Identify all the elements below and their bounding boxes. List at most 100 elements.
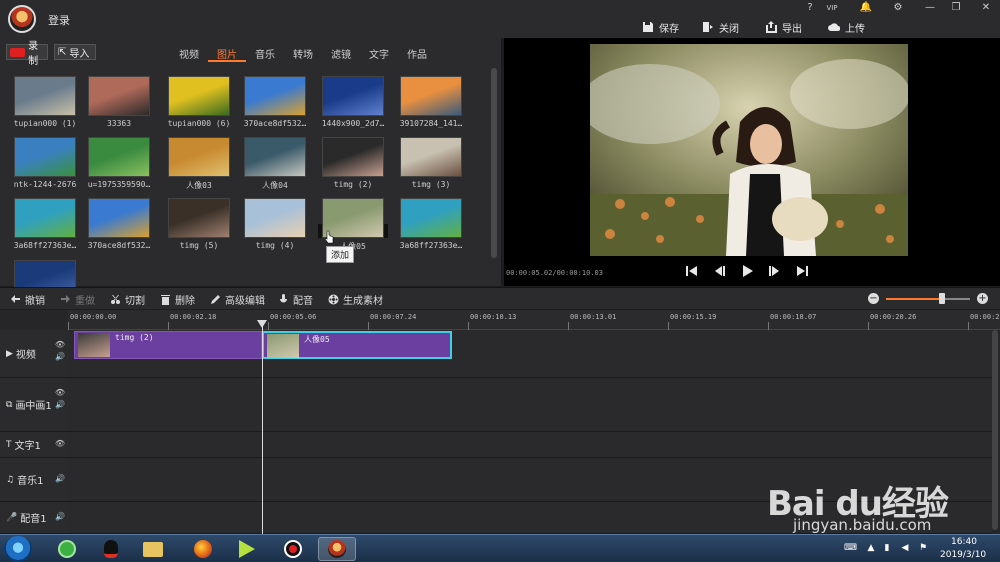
ruler-tick <box>168 322 169 330</box>
ruler-tick <box>68 322 69 330</box>
upload-button[interactable]: 上传 <box>828 19 865 35</box>
zoom-out-button[interactable]: − <box>868 293 879 304</box>
tab-filter[interactable]: 滤镜 <box>322 44 360 62</box>
advanced-edit-button[interactable]: 高级编辑 <box>210 292 265 307</box>
media-thumbnail[interactable] <box>14 198 76 238</box>
trash-icon <box>161 295 170 305</box>
clock-date[interactable]: 2019/3/10 <box>940 550 986 560</box>
ruler-tick-label: 00:00:07.24 <box>370 313 417 321</box>
maximize-button[interactable]: ❐ <box>946 2 966 16</box>
media-thumbnail[interactable] <box>400 137 462 177</box>
save-button[interactable]: 保存 <box>642 19 679 35</box>
preview-panel: 00:00:05.02/00:00:10.03 <box>504 38 1000 286</box>
media-thumbnail[interactable] <box>168 198 230 238</box>
generate-material-button[interactable]: 生成素材 <box>328 292 383 307</box>
track-lane[interactable] <box>68 378 992 432</box>
ruler-tick-label: 00:00:20.26 <box>870 313 917 321</box>
minimize-button[interactable]: — <box>920 2 940 16</box>
taskbar-app-recorder[interactable] <box>274 537 312 561</box>
media-thumbnail[interactable] <box>322 137 384 177</box>
tab-video[interactable]: 视频 <box>170 44 208 62</box>
close-window-button[interactable]: ✕ <box>976 2 996 16</box>
library-scrollbar[interactable] <box>491 68 497 258</box>
media-thumbnail[interactable] <box>168 137 230 177</box>
keyboard-icon[interactable]: ⌨ <box>844 543 857 553</box>
play-icon[interactable] <box>740 264 754 278</box>
volume-icon[interactable]: ◀ <box>900 543 910 553</box>
media-thumbnail[interactable] <box>168 76 230 116</box>
undo-button[interactable]: 撤销 <box>10 292 45 307</box>
taskbar-app-qq[interactable] <box>92 537 130 561</box>
visibility-toggle-icon[interactable]: 👁 <box>55 439 65 448</box>
media-thumbnail[interactable] <box>244 76 306 116</box>
usb-icon[interactable]: ▮ <box>882 543 892 553</box>
taskbar-app-video-editor[interactable] <box>318 537 356 561</box>
zoom-in-button[interactable]: + <box>977 293 988 304</box>
tab-text[interactable]: 文字 <box>360 44 398 62</box>
zoom-slider-handle[interactable] <box>939 293 946 304</box>
taskbar-app-firefox[interactable] <box>184 537 222 561</box>
redo-button[interactable]: 重做 <box>60 292 95 307</box>
vip-button[interactable]: VIP <box>822 4 842 18</box>
ruler-tick <box>268 322 269 330</box>
redo-icon <box>61 295 70 303</box>
tab-music[interactable]: 音乐 <box>246 44 284 62</box>
import-button[interactable]: ⇱ 导入 <box>54 44 96 60</box>
export-button[interactable]: 导出 <box>765 19 802 35</box>
track-header: T 文字1 👁 <box>0 432 68 458</box>
cut-button[interactable]: 切割 <box>110 292 145 307</box>
flag-icon[interactable]: ⚑ <box>918 543 928 553</box>
mute-toggle-icon[interactable]: 🔊 <box>55 352 65 361</box>
media-thumbnail[interactable] <box>14 137 76 177</box>
media-thumbnail[interactable] <box>244 137 306 177</box>
import-icon: ⇱ <box>58 46 67 58</box>
voiceover-button[interactable]: 配音 <box>278 292 313 307</box>
mute-toggle-icon[interactable]: 🔊 <box>55 474 65 483</box>
track-lane[interactable] <box>68 432 992 458</box>
step-forward-icon[interactable] <box>768 264 782 278</box>
login-link[interactable]: 登录 <box>48 12 70 28</box>
clip-thumbnail <box>78 333 110 357</box>
tab-transition[interactable]: 转场 <box>284 44 322 62</box>
tab-works[interactable]: 作品 <box>398 44 436 62</box>
tab-image[interactable]: 图片 <box>208 44 246 62</box>
visibility-toggle-icon[interactable]: 👁 <box>55 388 65 397</box>
media-thumbnail[interactable] <box>322 76 384 116</box>
tray-expand-icon[interactable]: ▲ <box>866 543 876 553</box>
media-thumbnail-label: timg (5) <box>179 241 219 250</box>
taskbar-app-360[interactable] <box>48 537 86 561</box>
app-logo-icon <box>8 5 36 33</box>
timeline-clip[interactable]: 人像05 <box>262 331 452 359</box>
playhead-line[interactable] <box>262 322 263 534</box>
skip-end-icon[interactable] <box>796 264 810 278</box>
skip-start-icon[interactable] <box>684 264 698 278</box>
notification-icon[interactable]: 🔔 <box>856 2 876 16</box>
track-header: ♫ 音乐1 🔊 <box>0 458 68 502</box>
timeline-clip[interactable]: timg (2) <box>74 331 262 359</box>
record-button[interactable]: 录制 <box>6 41 48 67</box>
track-header: ⧉ 画中画1 👁 🔊 <box>0 378 68 432</box>
start-button[interactable] <box>4 536 32 562</box>
settings-icon[interactable]: ⚙ <box>888 2 908 16</box>
mute-toggle-icon[interactable]: 🔊 <box>55 400 65 409</box>
timeline-scrollbar[interactable] <box>992 330 998 530</box>
record-icon <box>10 47 26 57</box>
media-thumbnail[interactable] <box>88 137 150 177</box>
media-thumbnail-label: timg (3) <box>411 180 451 189</box>
media-thumbnail[interactable] <box>88 198 150 238</box>
clock-time[interactable]: 16:40 <box>951 537 977 547</box>
media-thumbnail[interactable] <box>88 76 150 116</box>
step-back-icon[interactable] <box>712 264 726 278</box>
help-button[interactable]: ? <box>800 2 820 16</box>
delete-button[interactable]: 删除 <box>160 292 195 307</box>
taskbar-app-explorer[interactable] <box>134 537 172 561</box>
taskbar-app-media[interactable] <box>228 537 266 561</box>
visibility-toggle-icon[interactable]: 👁 <box>55 340 65 349</box>
mute-toggle-icon[interactable]: 🔊 <box>55 512 65 521</box>
close-project-button[interactable]: 关闭 <box>702 19 739 35</box>
time-ruler[interactable]: 00:00:00.00 00:00:02.18 00:00:05.06 00:00:0… <box>68 310 1000 330</box>
media-thumbnail[interactable] <box>400 198 462 238</box>
media-thumbnail[interactable] <box>400 76 462 116</box>
media-thumbnail[interactable] <box>244 198 306 238</box>
media-thumbnail[interactable] <box>14 76 76 116</box>
